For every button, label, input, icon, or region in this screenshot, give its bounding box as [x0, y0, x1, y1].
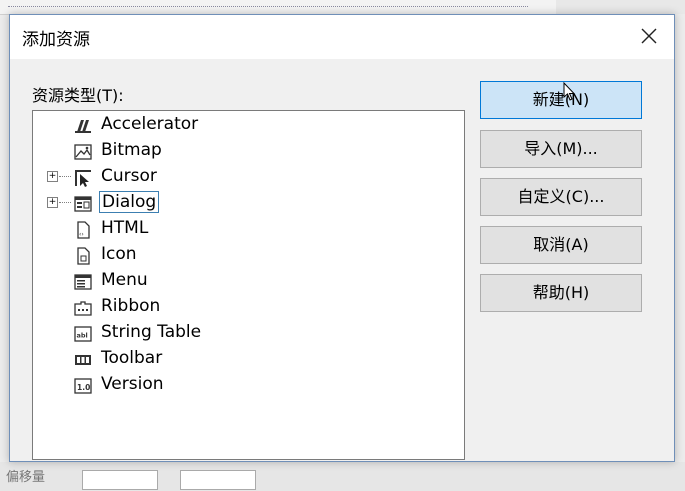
- svg-text:‹›: ‹›: [79, 231, 84, 238]
- tree-item-version[interactable]: 1.0 Version: [33, 373, 464, 399]
- tree-item-label: Menu: [101, 270, 148, 290]
- tree-connector: [59, 202, 71, 203]
- ribbon-icon: [74, 301, 92, 316]
- help-button[interactable]: 帮助(H): [480, 274, 642, 312]
- string-table-icon: abl: [74, 326, 92, 342]
- tree-item-html[interactable]: ‹› HTML: [33, 217, 464, 243]
- new-button[interactable]: 新建(N): [480, 81, 642, 119]
- icon-resource-icon: [77, 247, 90, 265]
- tree-item-label: Bitmap: [101, 140, 162, 160]
- dialog-titlebar: 添加资源: [10, 15, 674, 59]
- cursor-icon: [75, 170, 91, 187]
- background-app-strip: [0, 0, 560, 15]
- resource-type-label: 资源类型(T):: [32, 86, 124, 105]
- import-button[interactable]: 导入(M)...: [480, 130, 642, 168]
- background-spin-input-2: [180, 470, 256, 490]
- background-app-right: [556, 0, 685, 14]
- version-icon: 1.0: [74, 378, 92, 394]
- accelerator-icon: [75, 120, 91, 133]
- tree-item-cursor[interactable]: + Cursor: [33, 165, 464, 191]
- expand-plus-icon[interactable]: +: [47, 197, 58, 208]
- tree-item-label: Cursor: [101, 166, 157, 186]
- tree-item-icon[interactable]: Icon: [33, 243, 464, 269]
- html-icon: ‹›: [77, 221, 90, 239]
- tree-item-label: HTML: [101, 218, 149, 238]
- tree-item-label: Toolbar: [101, 348, 163, 368]
- tree-item-dialog[interactable]: + Dialog: [33, 191, 464, 217]
- tree-item-label: Dialog: [99, 191, 160, 213]
- tree-item-label: Accelerator: [101, 114, 199, 134]
- dialog-title: 添加资源: [22, 30, 90, 50]
- close-icon: [641, 28, 657, 44]
- background-offset-label: 偏移量: [6, 470, 46, 485]
- tree-item-label: Icon: [101, 244, 137, 264]
- custom-button[interactable]: 自定义(C)...: [480, 178, 642, 216]
- tree-item-label: String Table: [101, 322, 202, 342]
- cancel-button[interactable]: 取消(A): [480, 226, 642, 264]
- tree-item-toolbar[interactable]: Toolbar: [33, 347, 464, 373]
- svg-text:abl: abl: [77, 332, 88, 340]
- dialog-icon: [74, 196, 92, 212]
- expand-plus-icon[interactable]: +: [47, 171, 58, 182]
- resource-type-tree[interactable]: Accelerator Bitmap + Cursor + Dialog ‹› …: [32, 110, 465, 460]
- background-spin-input-1: [82, 470, 158, 490]
- bitmap-icon: [74, 144, 92, 160]
- background-dotted-line: [8, 6, 528, 7]
- tree-item-label: Version: [101, 374, 164, 394]
- menu-icon: [74, 274, 92, 290]
- tree-item-bitmap[interactable]: Bitmap: [33, 139, 464, 165]
- tree-item-string-table[interactable]: abl String Table: [33, 321, 464, 347]
- close-button[interactable]: [638, 25, 660, 47]
- toolbar-icon: [75, 355, 91, 365]
- tree-item-menu[interactable]: Menu: [33, 269, 464, 295]
- tree-item-accelerator[interactable]: Accelerator: [33, 113, 464, 139]
- tree-connector: [59, 176, 71, 177]
- tree-item-label: Ribbon: [101, 296, 161, 316]
- tree-item-ribbon[interactable]: Ribbon: [33, 295, 464, 321]
- mouse-pointer-icon: [563, 82, 576, 101]
- svg-text:1.0: 1.0: [77, 383, 90, 392]
